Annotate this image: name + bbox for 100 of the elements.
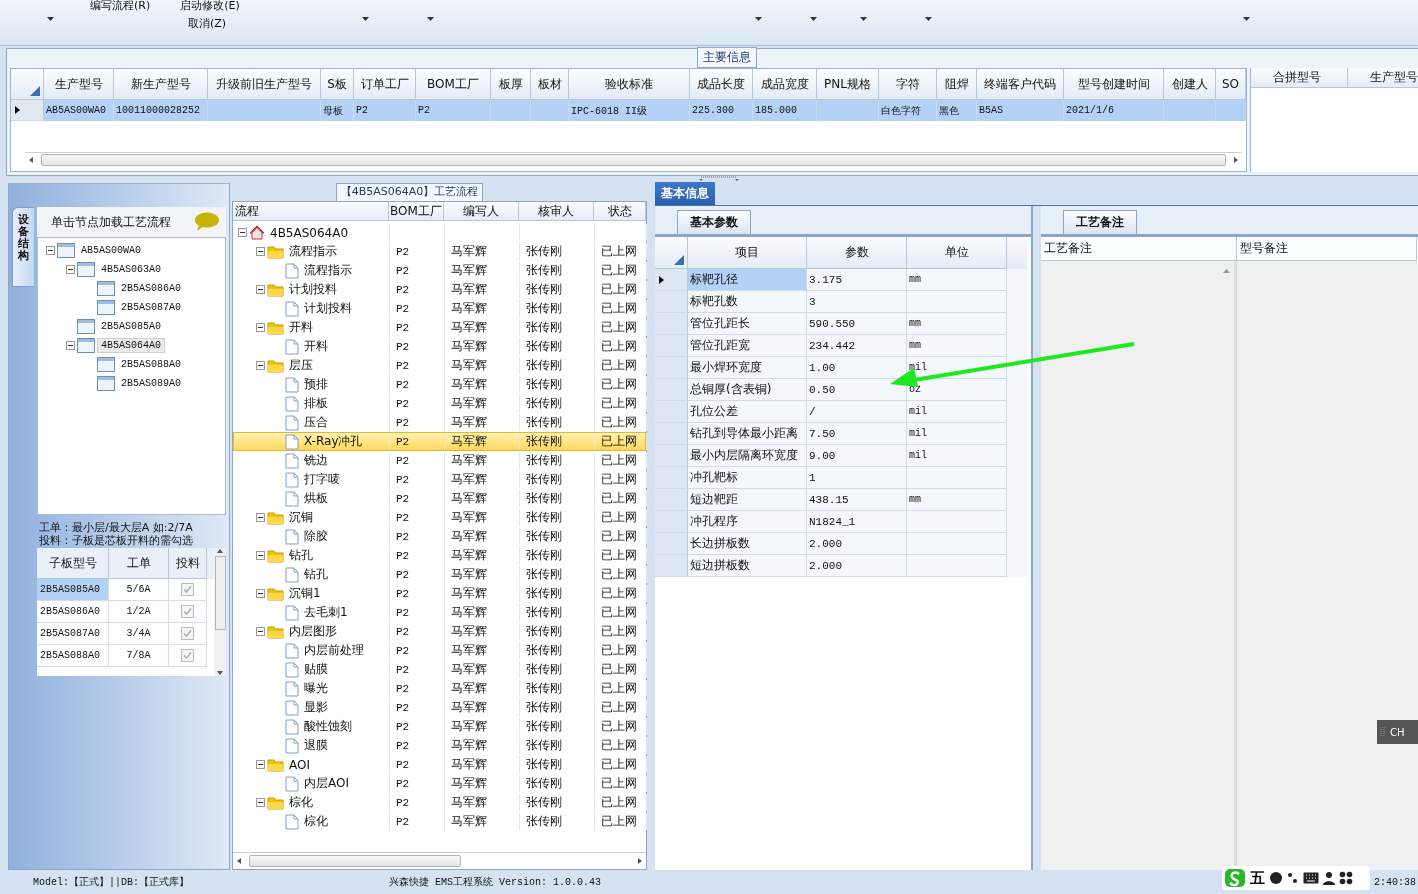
tab[interactable]: 基本参数: [677, 210, 751, 234]
column-header[interactable]: BOM工厂: [389, 202, 444, 221]
column-header[interactable]: 编写人: [444, 202, 519, 221]
flow-row[interactable]: 贴膜 P2 马军辉 张传刚 已上网: [233, 660, 646, 679]
column-header[interactable]: 生产型号: [1348, 68, 1418, 88]
horizontal-scrollbar[interactable]: [25, 152, 1242, 167]
scroll-left-icon[interactable]: [236, 858, 242, 864]
flow-row[interactable]: 层压 P2 马军辉 张传刚 已上网: [233, 356, 646, 375]
column-header[interactable]: 型号备注: [1237, 237, 1417, 261]
flow-row[interactable]: X-Ray冲孔 P2 马军辉 张传刚 已上网: [233, 432, 646, 451]
dot-icon[interactable]: [1269, 871, 1283, 885]
flow-row[interactable]: 去毛刺1 P2 马军辉 张传刚 已上网: [233, 603, 646, 622]
collapse-icon[interactable]: [256, 285, 265, 294]
table-cell[interactable]: 标靶孔径: [688, 269, 807, 291]
table-cell[interactable]: 2B5AS088A0: [37, 645, 109, 667]
table-row[interactable]: 最小内层隔离环宽度 9.00 mil: [655, 445, 1027, 467]
menu-command[interactable]: 取消(Z): [188, 17, 227, 30]
row-header[interactable]: [655, 269, 688, 291]
collapse-icon[interactable]: [238, 228, 247, 237]
ime-mode[interactable]: 五: [1250, 868, 1265, 888]
flow-row[interactable]: 曝光 P2 马军辉 张传刚 已上网: [233, 679, 646, 698]
flow-row[interactable]: 计划投料 P2 马军辉 张传刚 已上网: [233, 299, 646, 318]
column-header[interactable]: 核审人: [519, 202, 594, 221]
collapse-icon[interactable]: [256, 627, 265, 636]
tree-node[interactable]: 2B5AS085A0: [97, 319, 165, 334]
tree-node[interactable]: AB5AS00WA0: [77, 243, 145, 258]
collapse-icon[interactable]: [256, 798, 265, 807]
table-row[interactable]: AB5AS00WA0 10011000028252 母板 P2 P2 IPC-6018 II级 225.300 185.000 白色字符 黑色 B5AS 2021/1/6: [11, 100, 1246, 121]
keyboard-icon[interactable]: [1303, 872, 1319, 884]
tree-node[interactable]: 2B5AS087A0: [117, 300, 185, 315]
collapse-icon[interactable]: [46, 246, 55, 255]
column-header[interactable]: 工单: [109, 548, 169, 579]
menu-command[interactable]: 启动修改(E): [180, 0, 240, 12]
scroll-left-icon[interactable]: [28, 157, 34, 163]
checkbox[interactable]: [181, 605, 194, 618]
flow-row[interactable]: 退膜 P2 马军辉 张传刚 已上网: [233, 736, 646, 755]
flow-row[interactable]: 沉铜1 P2 马军辉 张传刚 已上网: [233, 584, 646, 603]
table-row[interactable]: 钻孔到导体最小距离 7.50 mil: [655, 423, 1027, 445]
table-cell[interactable]: 2B5AS085A0: [37, 579, 109, 601]
table-row[interactable]: 管位孔距长 590.550 mm: [655, 313, 1027, 335]
table-row[interactable]: 长边拼板数 2.000: [655, 533, 1027, 555]
table-row[interactable]: 孔位公差 / mil: [655, 401, 1027, 423]
tab[interactable]: 基本信息: [655, 182, 715, 205]
table-row[interactable]: 标靶孔数 3: [655, 291, 1027, 313]
collapse-icon[interactable]: [256, 551, 265, 560]
flow-row[interactable]: 内层图形 P2 马军辉 张传刚 已上网: [233, 622, 646, 641]
dropdown-caret-icon[interactable]: [755, 17, 762, 21]
ime-logo-icon[interactable]: [1224, 868, 1246, 888]
collapse-icon[interactable]: [256, 589, 265, 598]
flow-row[interactable]: 打字唛 P2 马军辉 张传刚 已上网: [233, 470, 646, 489]
table-cell[interactable]: 短边拼板数: [688, 555, 807, 577]
flow-row[interactable]: 计划投料 P2 马军辉 张传刚 已上网: [233, 280, 646, 299]
table-row[interactable]: 冲孔靶标 1: [655, 467, 1027, 489]
scroll-right-icon[interactable]: [637, 858, 643, 864]
scroll-up-icon[interactable]: [217, 548, 223, 554]
column-header[interactable]: 合拼型号: [1251, 68, 1348, 88]
flow-row[interactable]: 4B5AS064A0: [233, 223, 646, 242]
dropdown-caret-icon[interactable]: [427, 17, 434, 21]
tree-node[interactable]: 2B5AS088A0: [117, 357, 185, 372]
menu-command[interactable]: 编写流程(R): [90, 0, 151, 12]
table-row[interactable]: 管位孔距宽 234.442 mm: [655, 335, 1027, 357]
flow-row[interactable]: AOI P2 马军辉 张传刚 已上网: [233, 755, 646, 774]
dropdown-caret-icon[interactable]: [925, 17, 932, 21]
flow-row[interactable]: 内层AOI P2 马军辉 张传刚 已上网: [233, 774, 646, 793]
checkbox[interactable]: [181, 583, 194, 596]
scroll-down-icon[interactable]: [217, 670, 223, 676]
tree-node[interactable]: 2B5AS086A0: [117, 281, 185, 296]
flow-row[interactable]: 压合 P2 马军辉 张传刚 已上网: [233, 413, 646, 432]
language-indicator[interactable]: CH: [1377, 720, 1418, 744]
flow-row[interactable]: 铣边 P2 马军辉 张传刚 已上网: [233, 451, 646, 470]
table-row[interactable]: 短边拼板数 2.000: [655, 555, 1027, 577]
column-header[interactable]: 投料: [169, 548, 207, 579]
dropdown-caret-icon[interactable]: [860, 17, 867, 21]
collapse-icon[interactable]: [66, 265, 75, 274]
flow-row[interactable]: 钻孔 P2 马军辉 张传刚 已上网: [233, 565, 646, 584]
checkbox[interactable]: [181, 627, 194, 640]
flow-row[interactable]: 预排 P2 马军辉 张传刚 已上网: [233, 375, 646, 394]
flow-row[interactable]: 排板 P2 马军辉 张传刚 已上网: [233, 394, 646, 413]
collapse-icon[interactable]: [66, 341, 75, 350]
flow-row[interactable]: 开料 P2 马军辉 张传刚 已上网: [233, 318, 646, 337]
flow-row[interactable]: 流程指示 P2 马军辉 张传刚 已上网: [233, 242, 646, 261]
splitter-grip-icon[interactable]: [699, 176, 739, 181]
flow-row[interactable]: 沉铜 P2 马军辉 张传刚 已上网: [233, 508, 646, 527]
dropdown-caret-icon[interactable]: [810, 17, 817, 21]
flow-row[interactable]: 流程指示 P2 马军辉 张传刚 已上网: [233, 261, 646, 280]
tree-node[interactable]: 4B5AS064A0: [97, 338, 165, 353]
flow-row[interactable]: 棕化 P2 马军辉 张传刚 已上网: [233, 812, 646, 831]
scroll-right-icon[interactable]: [1233, 157, 1239, 163]
table-row[interactable]: 总铜厚(含表铜) 0.50 oz: [655, 379, 1027, 401]
vertical-scrollbar[interactable]: [214, 548, 226, 676]
tree-node[interactable]: 4B5AS063A0: [97, 262, 165, 277]
tree-node[interactable]: 2B5AS089A0: [117, 376, 185, 391]
table-cell[interactable]: 2B5AS086A0: [37, 601, 109, 623]
dropdown-caret-icon[interactable]: [1243, 17, 1250, 21]
column-header[interactable]: 流程: [233, 202, 389, 221]
flow-row[interactable]: 开料 P2 马军辉 张传刚 已上网: [233, 337, 646, 356]
table-row[interactable]: 最小焊环宽度 1.00 mil: [655, 357, 1027, 379]
table-row[interactable]: 标靶孔径 3.175 mm: [655, 269, 1027, 291]
table-row[interactable]: 冲孔程序 N1824_1: [655, 511, 1027, 533]
collapse-icon[interactable]: [256, 323, 265, 332]
